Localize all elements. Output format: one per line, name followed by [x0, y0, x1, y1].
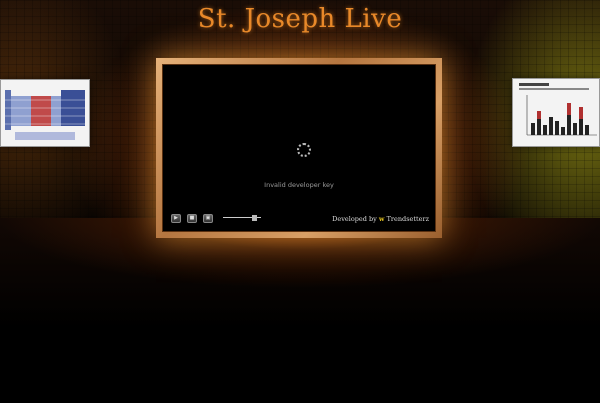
page-title: St. Joseph Live	[197, 4, 403, 34]
trendsetterz-logo-icon: ᴡ	[378, 215, 385, 223]
thumbnail-left[interactable]	[0, 79, 90, 147]
thumbnail-right[interactable]	[512, 78, 600, 147]
developer-credit[interactable]: Developed by ᴡ Trendsetterz	[332, 215, 429, 223]
bar-chart-thumbnail-image	[519, 83, 597, 136]
stage-background: St. Joseph Live Invalid developer key ▶ …	[0, 0, 600, 403]
periodic-table-thumbnail-image	[5, 90, 85, 140]
fullscreen-button[interactable]: ▣	[203, 214, 213, 223]
play-button[interactable]: ▶	[171, 214, 181, 223]
video-screen[interactable]: Invalid developer key ▶ ■ ▣ Developed by…	[162, 64, 436, 232]
volume-slider[interactable]	[223, 215, 261, 221]
loading-spinner-icon	[297, 143, 311, 157]
volume-slider-knob[interactable]	[252, 215, 257, 221]
video-player-frame: Invalid developer key ▶ ■ ▣ Developed by…	[156, 58, 442, 238]
error-message: Invalid developer key	[264, 181, 334, 189]
credit-prefix: Developed by	[332, 215, 377, 223]
stop-button[interactable]: ■	[187, 214, 197, 223]
floor-glow	[0, 218, 600, 403]
credit-brand: Trendsetterz	[386, 215, 429, 223]
